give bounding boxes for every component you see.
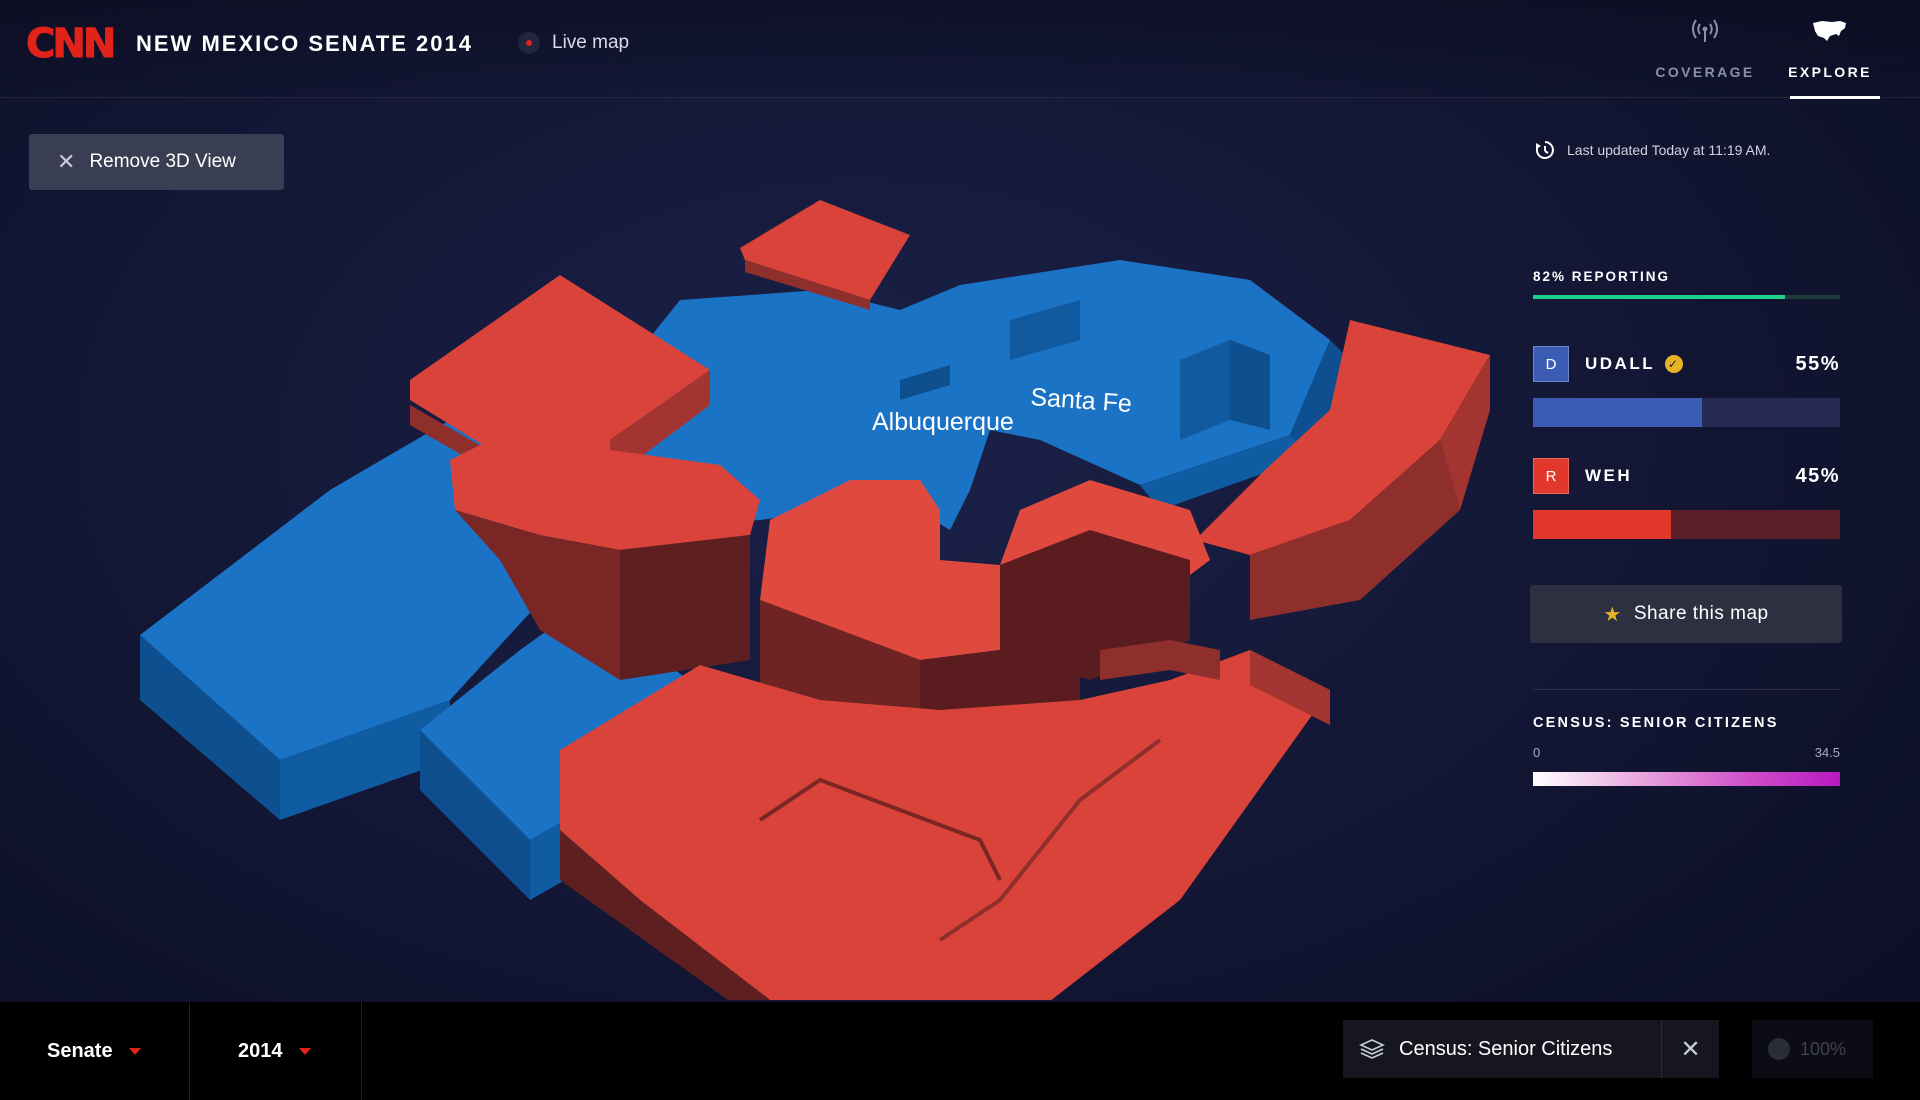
- election-map-3d[interactable]: Albuquerque Santa Fe: [120, 180, 1510, 1000]
- census-layer-label: Census: Senior Citizens: [1399, 1037, 1613, 1060]
- census-legend-title: CENSUS: SENIOR CITIZENS: [1533, 715, 1779, 731]
- last-updated-text: Last updated Today at 11:19 AM.: [1567, 142, 1771, 158]
- reporting-progress-fill: [1533, 295, 1785, 299]
- tab-explore[interactable]: EXPLORE: [1780, 14, 1880, 99]
- live-dot-icon: [518, 32, 540, 54]
- year-dropdown-value: 2014: [238, 1039, 283, 1062]
- vote-share-bar-udall: [1533, 398, 1840, 427]
- page-title: NEW MEXICO SENATE 2014: [136, 31, 473, 56]
- layers-icon: [1359, 1039, 1385, 1059]
- city-label-albuquerque: Albuquerque: [872, 408, 1014, 436]
- close-icon: ✕: [1680, 1035, 1701, 1063]
- tab-coverage-label: COVERAGE: [1655, 64, 1755, 80]
- tab-explore-label: EXPLORE: [1788, 64, 1872, 80]
- candidate-name-weh-label: WEH: [1585, 466, 1633, 485]
- year-dropdown[interactable]: 2014: [190, 1002, 362, 1100]
- remove-3d-view-label: Remove 3D View: [89, 151, 236, 172]
- candidate-pct-weh: 45%: [1795, 464, 1840, 487]
- tab-coverage[interactable]: COVERAGE: [1650, 14, 1760, 98]
- candidate-name-udall: UDALL ✓: [1585, 354, 1684, 374]
- opacity-value: 100%: [1800, 1038, 1847, 1059]
- census-legend-gradient: [1533, 772, 1840, 786]
- opacity-icon: [1768, 1038, 1790, 1060]
- candidate-row-udall[interactable]: D UDALL ✓ 55%: [1533, 345, 1840, 383]
- live-map-indicator: Live map: [518, 32, 629, 54]
- last-updated: Last updated Today at 11:19 AM.: [1535, 140, 1770, 160]
- red-north-strip-top: [740, 200, 910, 300]
- winner-check-icon: ✓: [1665, 355, 1684, 373]
- opacity-control[interactable]: 100%: [1752, 1020, 1873, 1078]
- share-map-button[interactable]: ★ Share this map: [1530, 585, 1842, 643]
- broadcast-icon: [1650, 14, 1760, 48]
- chevron-down-icon: [128, 1047, 141, 1055]
- candidate-row-weh[interactable]: R WEH 45%: [1533, 457, 1840, 495]
- close-icon: ✕: [57, 149, 76, 174]
- clock-refresh-icon: [1535, 141, 1554, 159]
- live-map-label: Live map: [552, 32, 630, 53]
- blue-ridge-2: [1230, 340, 1270, 430]
- share-map-label: Share this map: [1633, 603, 1769, 624]
- us-map-icon: [1780, 14, 1880, 48]
- red-center-north-front-2: [620, 535, 750, 680]
- party-badge-r: R: [1533, 458, 1569, 494]
- candidate-name-weh: WEH: [1585, 466, 1632, 486]
- reporting-label: 82% REPORTING: [1533, 269, 1671, 284]
- party-badge-d: D: [1533, 346, 1569, 382]
- census-layer-chip[interactable]: Census: Senior Citizens: [1343, 1020, 1661, 1078]
- reporting-progress: [1533, 295, 1840, 299]
- cnn-logo[interactable]: CNN: [26, 22, 117, 67]
- chevron-down-icon: [298, 1047, 311, 1055]
- vote-share-fill-weh: [1533, 510, 1672, 539]
- top-bar: CNN NEW MEXICO SENATE 2014 Live map COVE…: [0, 0, 1920, 99]
- star-icon: ★: [1603, 603, 1622, 626]
- race-dropdown-value: Senate: [47, 1039, 113, 1062]
- candidate-name-udall-label: UDALL: [1585, 354, 1656, 373]
- candidate-pct-udall: 55%: [1795, 352, 1840, 375]
- census-legend-min: 0: [1533, 745, 1541, 760]
- vote-share-bar-weh: [1533, 510, 1840, 539]
- race-dropdown[interactable]: Senate: [0, 1002, 190, 1100]
- census-legend-max: 34.5: [1814, 745, 1840, 760]
- panel-divider: [1533, 689, 1840, 690]
- remove-layer-button[interactable]: ✕: [1661, 1020, 1719, 1078]
- vote-share-fill-udall: [1533, 398, 1702, 427]
